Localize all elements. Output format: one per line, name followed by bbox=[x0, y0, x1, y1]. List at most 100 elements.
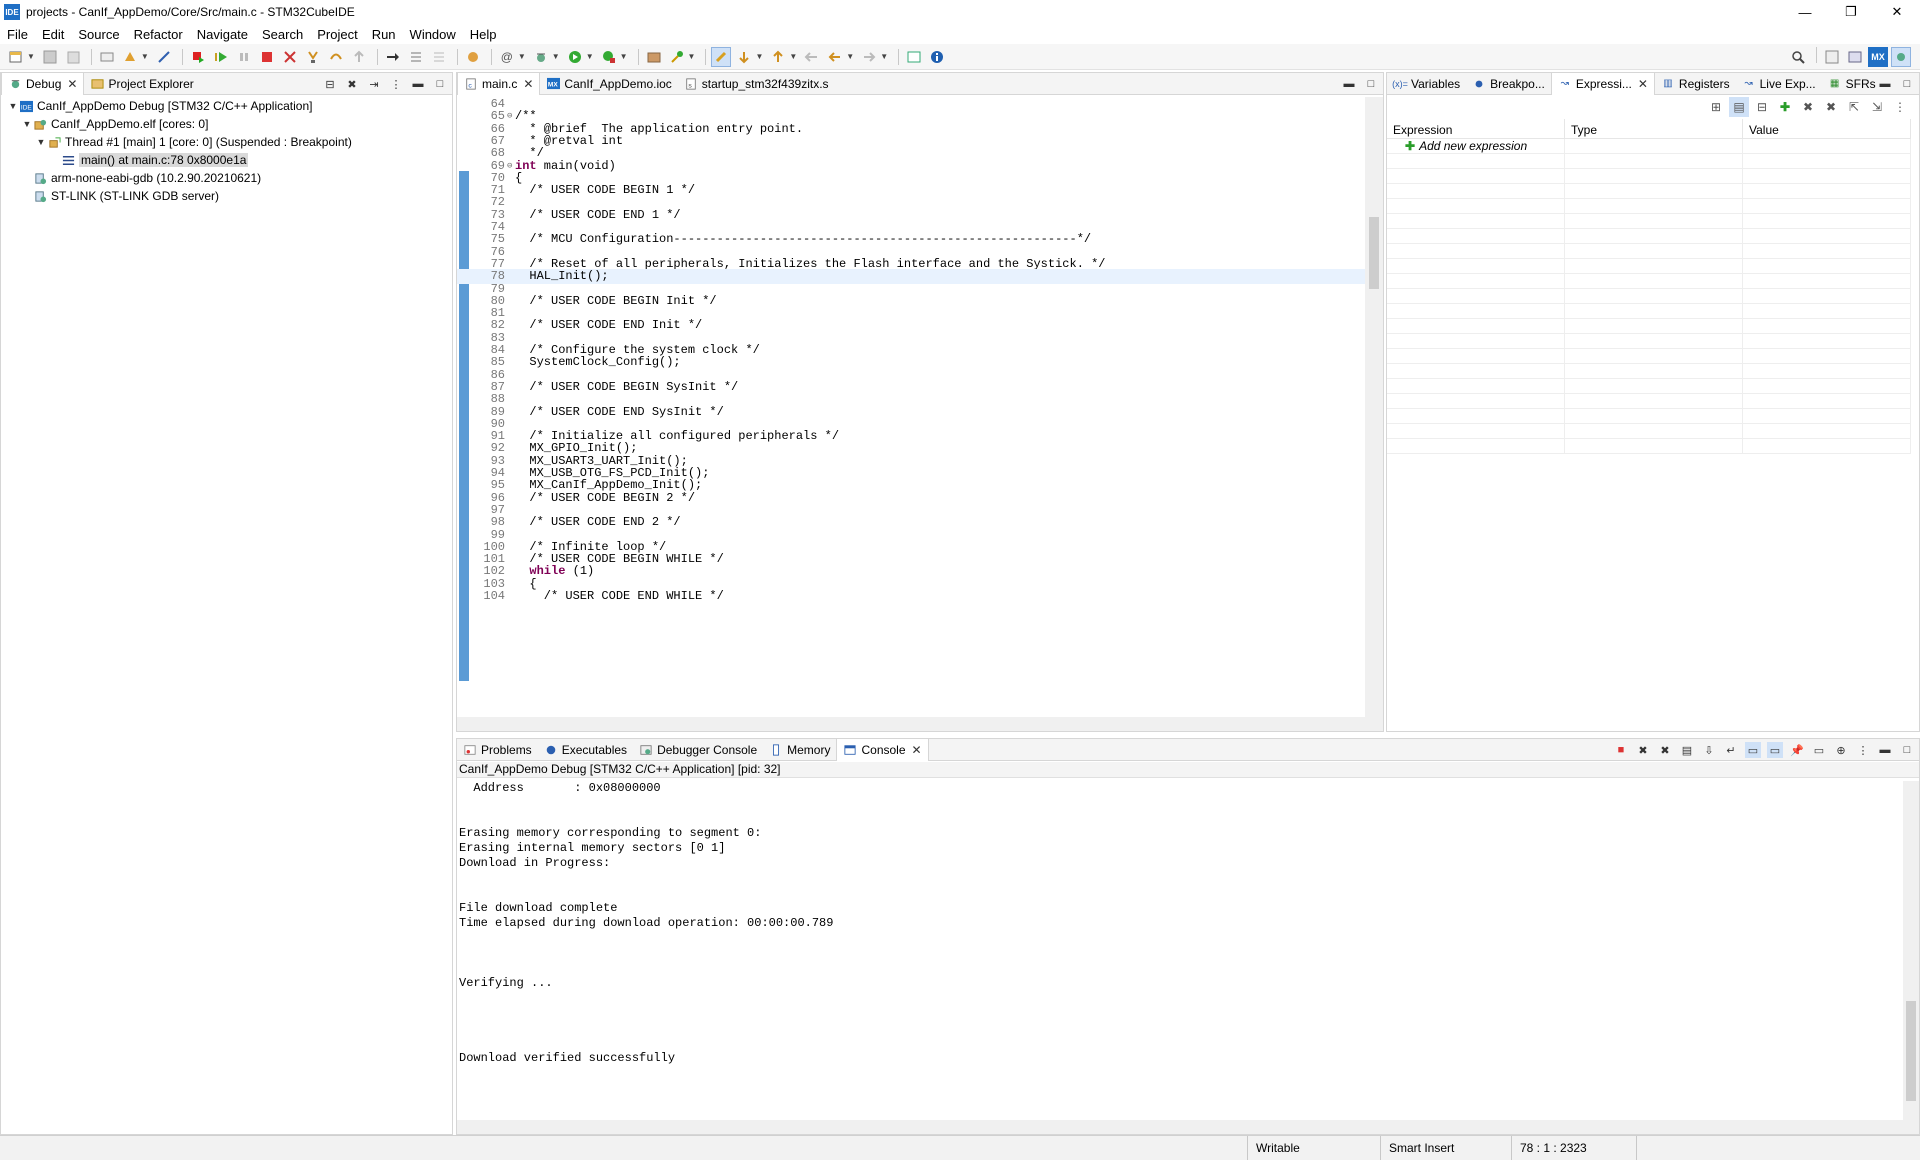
view-menu-icon[interactable]: ⋮ bbox=[1890, 97, 1910, 117]
remove-all-icon[interactable]: ✖ bbox=[1821, 97, 1841, 117]
restore-button[interactable]: ❐ bbox=[1828, 0, 1874, 24]
toggle-breakpoint-icon[interactable] bbox=[154, 47, 174, 67]
terminate-icon[interactable] bbox=[257, 47, 277, 67]
perspective-mx-icon[interactable]: MX bbox=[1868, 47, 1888, 67]
search-tool-icon[interactable] bbox=[667, 47, 687, 67]
column-header-value[interactable]: Value bbox=[1743, 119, 1911, 138]
run-icon[interactable] bbox=[565, 47, 585, 67]
remove-expression-icon[interactable]: ✖ bbox=[1798, 97, 1818, 117]
tab-executables[interactable]: Executables bbox=[538, 739, 633, 761]
column-header-type[interactable]: Type bbox=[1565, 119, 1743, 138]
tab-debug[interactable]: Debug ✕ bbox=[1, 72, 85, 95]
suspend-icon[interactable] bbox=[234, 47, 254, 67]
console-horizontal-scrollbar[interactable] bbox=[457, 1120, 1919, 1134]
close-icon[interactable]: ✕ bbox=[523, 77, 533, 91]
at-icon[interactable]: @ bbox=[497, 47, 517, 67]
console-output[interactable]: Address : 0x08000000 Erasing memory corr… bbox=[459, 781, 1901, 1120]
menu-edit[interactable]: Edit bbox=[35, 27, 71, 42]
maximize-view-icon[interactable]: □ bbox=[432, 76, 448, 92]
save-icon[interactable] bbox=[40, 47, 60, 67]
menu-file[interactable]: File bbox=[0, 27, 35, 42]
search-icon[interactable] bbox=[1788, 47, 1808, 67]
disconnect-icon[interactable] bbox=[280, 47, 300, 67]
chevron-down-icon[interactable]: ▼ bbox=[21, 119, 33, 129]
remove-all-terminated-icon[interactable]: ✖ bbox=[1657, 742, 1673, 758]
tab-debugger-console[interactable]: Debugger Console bbox=[633, 739, 763, 761]
code-line[interactable]: 104 /* USER CODE END WHILE */ bbox=[457, 589, 1365, 604]
link-icon[interactable]: ⇥ bbox=[366, 76, 382, 92]
editor-vertical-scrollbar[interactable] bbox=[1365, 97, 1383, 717]
debug-tree-item[interactable]: ST-LINK (ST-LINK GDB server) bbox=[1, 187, 452, 205]
code-editor[interactable]: 64 65 ⊖/** 66 * @brief The application entr… bbox=[457, 97, 1365, 717]
restart-icon[interactable] bbox=[429, 47, 449, 67]
tab-startup-stm32f439zitx-s[interactable]: s startup_stm32f439zitx.s bbox=[678, 73, 835, 95]
display-console-icon[interactable]: ▭ bbox=[1811, 742, 1827, 758]
tab-project-explorer[interactable]: Project Explorer bbox=[84, 73, 199, 95]
clear-console-icon[interactable]: ▤ bbox=[1679, 742, 1695, 758]
chevron-down-icon[interactable]: ▼ bbox=[7, 101, 19, 111]
new-icon[interactable] bbox=[6, 47, 26, 67]
tab-variables[interactable]: (x)= Variables bbox=[1387, 73, 1466, 95]
open-perspective-icon[interactable] bbox=[904, 47, 924, 67]
debug-tree-item[interactable]: ▼ Thread #1 [main] 1 [core: 0] (Suspended… bbox=[1, 133, 452, 151]
tab-expressi[interactable]: ↝ Expressi... ✕ bbox=[1550, 72, 1655, 95]
maximize-view-icon[interactable]: □ bbox=[1363, 76, 1379, 92]
build-icon[interactable] bbox=[120, 47, 140, 67]
debug-icon[interactable] bbox=[463, 47, 483, 67]
pin-console-icon[interactable]: 📌 bbox=[1789, 742, 1805, 758]
prev-annotation-icon[interactable] bbox=[768, 47, 788, 67]
import-icon[interactable]: ⇲ bbox=[1867, 97, 1887, 117]
tab-problems[interactable]: Problems bbox=[457, 739, 538, 761]
collapse-all-icon[interactable]: ⊟ bbox=[322, 76, 338, 92]
tab-registers[interactable]: ▥ Registers bbox=[1655, 73, 1736, 95]
menu-navigate[interactable]: Navigate bbox=[190, 27, 255, 42]
highlight-icon[interactable] bbox=[711, 46, 732, 67]
last-edit-icon[interactable] bbox=[802, 47, 822, 67]
info-icon[interactable] bbox=[927, 47, 947, 67]
debug-launch-icon[interactable] bbox=[531, 47, 551, 67]
menu-project[interactable]: Project bbox=[310, 27, 364, 42]
remove-terminated-icon[interactable]: ✖ bbox=[344, 76, 360, 92]
close-button[interactable]: ✕ bbox=[1874, 0, 1920, 24]
menu-window[interactable]: Window bbox=[403, 27, 463, 42]
step-over-icon[interactable] bbox=[326, 47, 346, 67]
menu-search[interactable]: Search bbox=[255, 27, 310, 42]
open-type-icon[interactable] bbox=[644, 47, 664, 67]
open-console-icon[interactable]: ⊕ bbox=[1833, 742, 1849, 758]
editor-horizontal-scrollbar[interactable] bbox=[457, 717, 1383, 731]
close-icon[interactable]: ✕ bbox=[67, 77, 77, 91]
view-menu-icon[interactable]: ⋮ bbox=[388, 76, 404, 92]
back-icon[interactable] bbox=[825, 47, 845, 67]
next-annotation-icon[interactable] bbox=[734, 47, 754, 67]
debug-tree-item[interactable]: ▼ CanIf_AppDemo.elf [cores: 0] bbox=[1, 115, 452, 133]
add-expression-row[interactable]: ✚ Add new expression bbox=[1387, 139, 1911, 154]
word-wrap-icon[interactable]: ↵ bbox=[1723, 742, 1739, 758]
tab-live-exp[interactable]: ↝ Live Exp... bbox=[1736, 73, 1822, 95]
close-icon[interactable]: ✕ bbox=[912, 743, 922, 757]
menu-help[interactable]: Help bbox=[463, 27, 504, 42]
menu-run[interactable]: Run bbox=[365, 27, 403, 42]
maximize-view-icon[interactable]: □ bbox=[1899, 76, 1915, 92]
maximize-view-icon[interactable]: □ bbox=[1899, 742, 1915, 758]
chevron-down-icon[interactable]: ▼ bbox=[35, 137, 47, 147]
scroll-lock-icon[interactable]: ⇩ bbox=[1701, 742, 1717, 758]
tab-memory[interactable]: Memory bbox=[763, 739, 836, 761]
terminate-icon[interactable]: ■ bbox=[1613, 742, 1629, 758]
minimize-button[interactable]: — bbox=[1782, 0, 1828, 24]
menu-source[interactable]: Source bbox=[71, 27, 126, 42]
terminate-relaunch-icon[interactable] bbox=[188, 47, 208, 67]
perspective-cpp-icon[interactable] bbox=[1822, 47, 1842, 67]
remove-launch-icon[interactable]: ✖ bbox=[1635, 742, 1651, 758]
console-vertical-scrollbar[interactable] bbox=[1903, 781, 1919, 1120]
minimize-view-icon[interactable]: ▬ bbox=[1877, 742, 1893, 758]
save-all-icon[interactable] bbox=[63, 47, 83, 67]
debug-tree-item[interactable]: ▼ IDE CanIf_AppDemo Debug [STM32 C/C++ App… bbox=[1, 97, 452, 115]
minimize-view-icon[interactable]: ▬ bbox=[1341, 76, 1357, 92]
show-console-on-stdout-icon[interactable]: ▭ bbox=[1745, 742, 1761, 758]
debug-tree-item[interactable]: main() at main.c:78 0x8000e1a bbox=[1, 151, 452, 169]
show-logical-structure-icon[interactable]: ▤ bbox=[1729, 97, 1749, 117]
minimize-view-icon[interactable]: ▬ bbox=[1877, 76, 1893, 92]
build-all-icon[interactable] bbox=[97, 47, 117, 67]
collapse-all-icon[interactable]: ⊟ bbox=[1752, 97, 1772, 117]
close-icon[interactable]: ✕ bbox=[1638, 77, 1648, 91]
